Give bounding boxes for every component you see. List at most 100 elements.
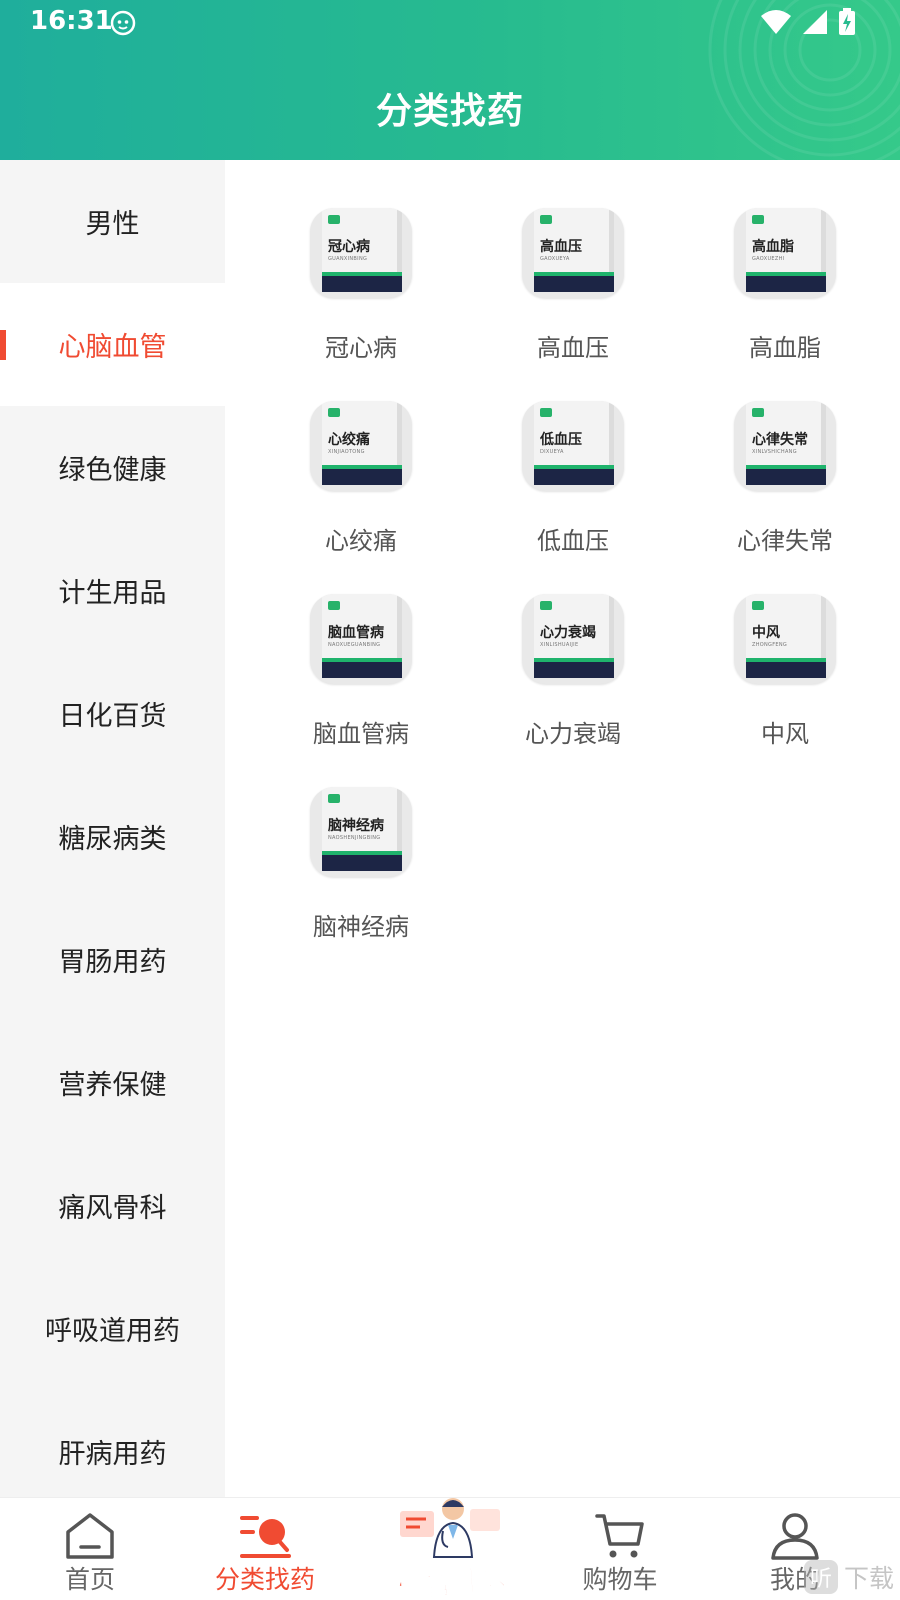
page-title: 分类找药 xyxy=(375,91,524,132)
category-search-icon xyxy=(240,1516,291,1558)
wifi-icon xyxy=(761,10,791,34)
brand-logo-icon xyxy=(328,215,340,224)
box-band xyxy=(322,276,402,292)
promo-label: 科普社区 xyxy=(393,1562,511,1600)
subcategory-item[interactable]: 心律失常 XINLVSHICHANG 心律失常 xyxy=(679,401,891,556)
box-pinyin: GUANXINBING xyxy=(328,256,368,262)
sidebar-item[interactable]: 胃肠用药 xyxy=(0,898,225,1021)
sidebar-item-label: 肝病用药 xyxy=(58,1439,167,1470)
medicine-box-image: 脑血管病 NAOXUEGUANBING xyxy=(310,594,412,684)
sidebar-item[interactable]: 糖尿病类 xyxy=(0,775,225,898)
subcategory-item[interactable]: 中风 ZHONGFENG 中风 xyxy=(679,594,891,749)
box-band xyxy=(322,469,402,485)
box-title: 脑血管病 xyxy=(328,625,384,641)
box-pinyin: XINLVSHICHANG xyxy=(752,449,797,455)
sidebar-item-label: 日化百货 xyxy=(58,701,167,732)
box-band xyxy=(746,276,826,292)
subcategory-item[interactable]: 心绞痛 XINJIAOTONG 心绞痛 xyxy=(255,401,467,556)
subcategory-label: 冠心病 xyxy=(325,334,397,362)
status-bar: 16:31 xyxy=(0,0,900,48)
sidebar-item-label: 胃肠用药 xyxy=(58,947,167,978)
watermark: 听 下载 xyxy=(803,1557,894,1597)
brand-logo-icon xyxy=(540,408,552,417)
sidebar-item[interactable]: 营养保健 xyxy=(0,1021,225,1144)
profile-icon xyxy=(771,1513,819,1560)
sidebar-item-label: 计生用品 xyxy=(58,578,167,609)
subcategory-item[interactable]: 脑血管病 NAOXUEGUANBING 脑血管病 xyxy=(255,594,467,749)
subcategory-label: 心律失常 xyxy=(737,527,833,555)
status-time: 16:31 xyxy=(30,6,113,36)
subcategory-label: 低血压 xyxy=(537,527,609,555)
subcategory-item[interactable]: 高血压 GAOXUEYA 高血压 xyxy=(467,208,679,363)
brand-logo-icon xyxy=(752,601,764,610)
subcategory-label: 脑神经病 xyxy=(313,913,409,941)
cart-icon xyxy=(595,1514,644,1558)
status-icons xyxy=(760,8,856,36)
sidebar-item-label: 糖尿病类 xyxy=(58,824,167,855)
brand-logo-icon xyxy=(752,408,764,417)
medicine-box: 心力衰竭 XINLISHUAIJIE xyxy=(534,594,614,678)
signal-icon xyxy=(803,10,827,34)
subcategory-item[interactable]: 心力衰竭 XINLISHUAIJIE 心力衰竭 xyxy=(467,594,679,749)
nav-home[interactable]: 首页 xyxy=(0,1498,180,1600)
nav-cart[interactable]: 购物车 xyxy=(530,1498,710,1600)
box-title: 中风 xyxy=(752,625,780,641)
sidebar-item[interactable]: 计生用品 xyxy=(0,529,225,652)
sidebar-item-label: 男性 xyxy=(85,209,140,240)
box-pinyin: NAOXUEGUANBING xyxy=(328,642,381,648)
sidebar-item[interactable]: 男性 xyxy=(0,160,225,283)
medicine-box-image: 冠心病 GUANXINBING xyxy=(310,208,412,298)
medicine-box-image: 高血脂 GAOXUEZHI xyxy=(734,208,836,298)
medicine-box-image: 中风 ZHONGFENG xyxy=(734,594,836,684)
brand-logo-icon xyxy=(328,601,340,610)
medicine-box-image: 高血压 GAOXUEYA xyxy=(522,208,624,298)
sidebar-item-label: 痛风骨科 xyxy=(58,1193,167,1224)
medicine-box-image: 心力衰竭 XINLISHUAIJIE xyxy=(522,594,624,684)
science-community-promo[interactable]: 科普社区 xyxy=(388,1495,516,1600)
watermark-badge: 听 xyxy=(803,1560,838,1594)
subcategory-label: 高血脂 xyxy=(749,334,821,362)
nav-category[interactable]: 分类找药 xyxy=(175,1498,355,1600)
sidebar-item-label: 呼吸道用药 xyxy=(45,1316,180,1347)
medicine-box: 低血压 DIXUEYA xyxy=(534,401,614,485)
notification-app-icon xyxy=(110,10,136,36)
sidebar-item-label: 绿色健康 xyxy=(58,455,167,486)
medicine-box: 脑血管病 NAOXUEGUANBING xyxy=(322,594,402,678)
medicine-box: 冠心病 GUANXINBING xyxy=(322,208,402,292)
box-pinyin: GAOXUEYA xyxy=(540,256,570,262)
medicine-box: 脑神经病 NAOSHENJINGBING xyxy=(322,787,402,871)
subcategory-panel: 冠心病 GUANXINBING 冠心病 高血压 GAOXUEYA 高血压 高血脂 GAOXUE… xyxy=(225,160,900,1497)
box-title: 脑神经病 xyxy=(328,818,384,834)
sidebar-item[interactable]: 痛风骨科 xyxy=(0,1144,225,1267)
medicine-box: 高血脂 GAOXUEZHI xyxy=(746,208,826,292)
subcategory-item[interactable]: 高血脂 GAOXUEZHI 高血脂 xyxy=(679,208,891,363)
medicine-box: 中风 ZHONGFENG xyxy=(746,594,826,678)
box-pinyin: DIXUEYA xyxy=(540,449,564,455)
nav-category-label: 分类找药 xyxy=(214,1565,315,1594)
subcategory-item[interactable]: 脑神经病 NAOSHENJINGBING 脑神经病 xyxy=(255,787,467,942)
subcategory-label: 心力衰竭 xyxy=(525,720,621,748)
box-band xyxy=(322,855,402,871)
sidebar-item[interactable]: 肝病用药 xyxy=(0,1390,225,1497)
box-pinyin: XINLISHUAIJIE xyxy=(540,642,579,648)
box-title: 低血压 xyxy=(540,432,582,448)
nav-home-label: 首页 xyxy=(64,1565,115,1594)
subcategory-label: 高血压 xyxy=(537,334,609,362)
sidebar-item-label: 心脑血管 xyxy=(58,332,167,363)
sidebar-item[interactable]: 绿色健康 xyxy=(0,406,225,529)
box-title: 心绞痛 xyxy=(328,432,370,448)
medicine-box-image: 心绞痛 XINJIAOTONG xyxy=(310,401,412,491)
subcategory-item[interactable]: 冠心病 GUANXINBING 冠心病 xyxy=(255,208,467,363)
subcategory-item[interactable]: 低血压 DIXUEYA 低血压 xyxy=(467,401,679,556)
box-band xyxy=(746,469,826,485)
sidebar-item[interactable]: 呼吸道用药 xyxy=(0,1267,225,1390)
medicine-box-image: 心律失常 XINLVSHICHANG xyxy=(734,401,836,491)
box-band xyxy=(534,469,614,485)
sidebar-item[interactable]: 日化百货 xyxy=(0,652,225,775)
medicine-box-image: 低血压 DIXUEYA xyxy=(522,401,624,491)
sidebar-item[interactable]: 心脑血管 xyxy=(0,283,225,406)
box-title: 高血脂 xyxy=(752,239,794,255)
box-title: 心力衰竭 xyxy=(540,625,596,641)
subcategory-label: 心绞痛 xyxy=(325,527,397,555)
medicine-box: 心绞痛 XINJIAOTONG xyxy=(322,401,402,485)
